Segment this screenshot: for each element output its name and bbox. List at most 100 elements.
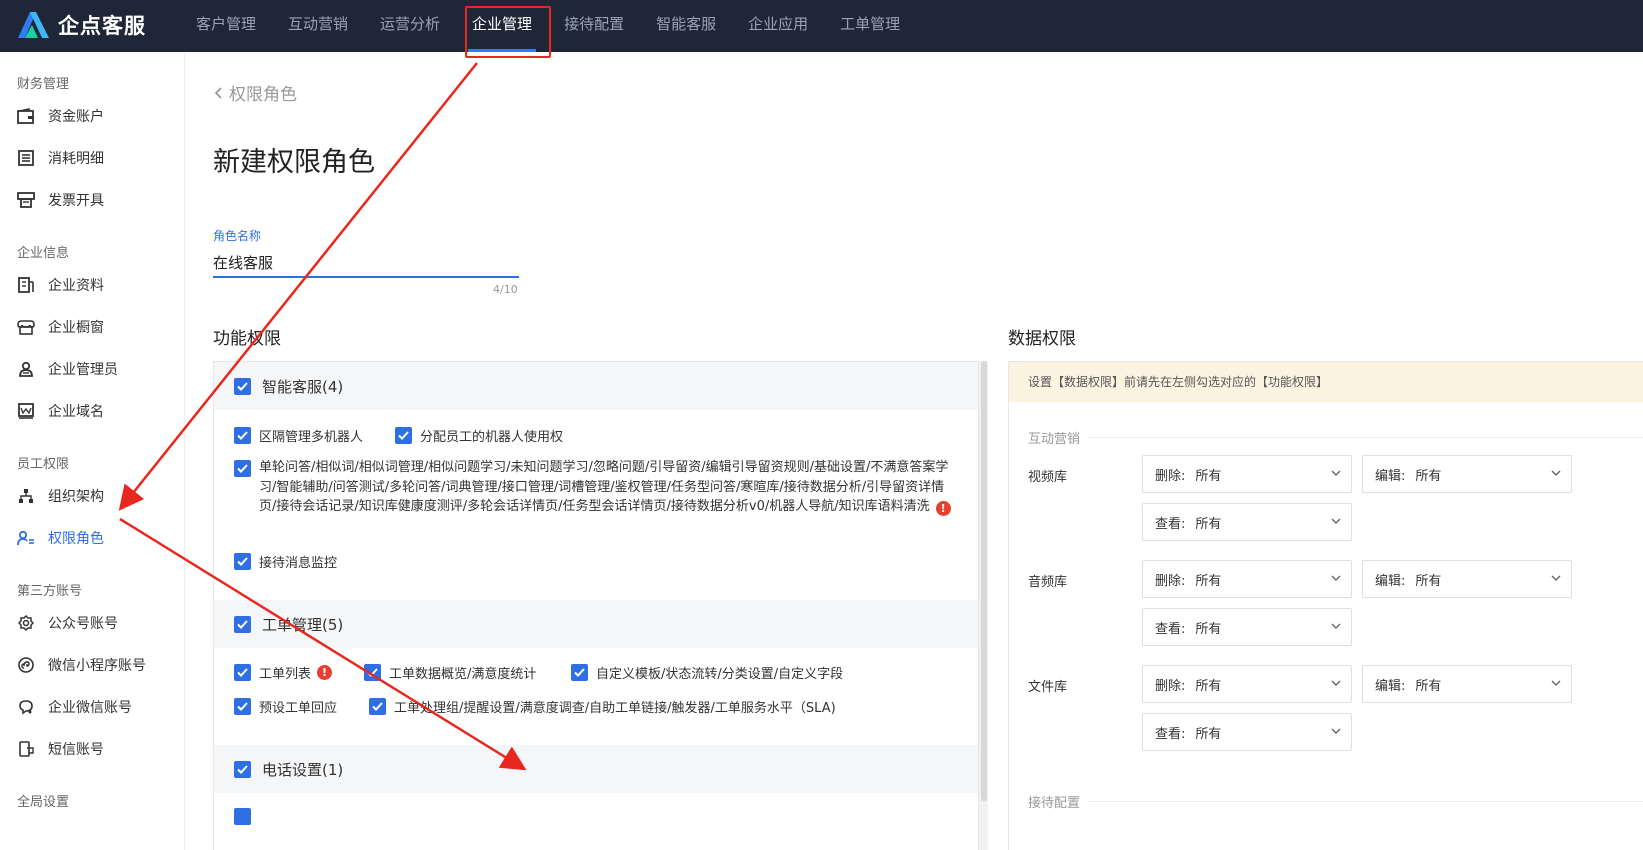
nav-customer-mgmt[interactable]: 客户管理 [180,0,272,52]
sidebar-item-enterprise-profile[interactable]: 企业资料 [16,273,104,297]
sidebar-item-official-account[interactable]: 公众号账号 [16,611,118,635]
perm-group-title: 工单管理(5) [262,615,344,634]
role-name-input[interactable] [213,248,519,278]
checkbox-checked[interactable] [234,460,251,477]
sidebar-item-label: 企业橱窗 [48,320,104,336]
nav-ticket-mgmt[interactable]: 工单管理 [824,0,916,52]
back-link-label: 权限角色 [229,85,297,105]
warning-icon[interactable]: ! [317,665,333,680]
select-value: 所有 [1195,678,1222,694]
perm-group-phone-settings[interactable]: 电话设置(1) [214,745,979,793]
file-edit-select[interactable]: 编辑: 所有 [1362,665,1572,703]
audio-edit-select[interactable]: 编辑: 所有 [1362,560,1572,598]
sidebar-item-org-structure[interactable]: 组织架构 [16,484,104,508]
video-edit-select[interactable]: 编辑: 所有 [1362,455,1572,493]
select-key: 查看: [1155,726,1186,742]
perm-item[interactable]: 接待消息监控 [234,552,337,571]
checkbox-checked[interactable] [234,553,251,570]
perm-label: 自定义模板/状态流转/分类设置/自定义字段 [596,667,844,682]
sidebar-item-enterprise-showcase[interactable]: 企业橱窗 [16,315,104,339]
perm-item[interactable]: 区隔管理多机器人 [234,426,363,445]
perm-label: 分配员工的机器人使用权 [420,430,564,445]
document-icon [16,275,36,295]
checkbox-checked[interactable] [571,664,588,681]
nav-operations-analysis[interactable]: 运营分析 [364,0,456,52]
chevron-down-icon [1551,470,1561,476]
select-key: 删除: [1155,573,1186,589]
select-value: 所有 [1415,678,1442,694]
select-value: 所有 [1195,516,1222,532]
select-key: 删除: [1155,468,1186,484]
sidebar-item-invoice[interactable]: 发票开具 [16,188,104,212]
perm-item[interactable]: 单轮问答/相似词/相似词管理/相似问题学习/未知问题学习/忽略问题/引导留资/编… [234,458,954,517]
select-value: 所有 [1195,726,1222,742]
video-view-select[interactable]: 查看: 所有 [1142,503,1352,541]
perm-item[interactable]: 工单处理组/提醒设置/满意度调查/自助工单链接/触发器/工单服务水平（SLA) [369,697,836,716]
domain-icon [16,401,36,421]
audio-delete-select[interactable]: 删除: 所有 [1142,560,1352,598]
checkbox-checked[interactable] [234,698,251,715]
func-panel-scrollbar[interactable] [978,361,988,850]
sidebar-item-label: 资金账户 [48,109,104,125]
sidebar-group-third-party: 第三方账号 [17,584,83,599]
checkbox-checked[interactable] [234,808,251,825]
data-permissions-title: 数据权限 [1008,329,1076,349]
sidebar-item-label: 短信账号 [48,742,104,758]
user-icon [16,359,36,379]
sidebar-item-label: 企业管理员 [48,362,118,378]
perm-item-partial[interactable] [234,808,259,825]
perm-item[interactable]: 分配员工的机器人使用权 [395,426,563,445]
perm-item[interactable]: 预设工单回应 [234,697,337,716]
perm-label: 区隔管理多机器人 [259,430,364,445]
brand-logo[interactable]: 企点客服 [16,10,146,40]
data-perm-notice: 设置【数据权限】前请先在左侧勾选对应的【功能权限】 [1009,362,1643,402]
org-chart-icon [16,486,36,506]
nav-smart-service[interactable]: 智能客服 [640,0,732,52]
checkbox-checked[interactable] [234,615,251,633]
data-row-label: 音频库 [1028,575,1068,590]
sidebar-item-enterprise-admin[interactable]: 企业管理员 [16,357,118,381]
sidebar-item-funds-account[interactable]: 资金账户 [16,104,104,128]
file-delete-select[interactable]: 删除: 所有 [1142,665,1352,703]
perm-label: 接待消息监控 [259,556,338,571]
audio-view-select[interactable]: 查看: 所有 [1142,608,1352,646]
checkbox-checked[interactable] [369,698,386,715]
file-view-select[interactable]: 查看: 所有 [1142,713,1352,751]
sidebar-item-wecom-account[interactable]: 企业微信账号 [16,695,132,719]
checkbox-checked[interactable] [234,760,251,778]
back-link[interactable]: 权限角色 [213,80,297,105]
checkbox-checked[interactable] [364,664,381,681]
chevron-down-icon [1331,623,1341,629]
func-permissions-title: 功能权限 [213,329,281,349]
checkbox-checked[interactable] [395,427,412,444]
checkbox-checked[interactable] [234,427,251,444]
role-name-char-count: 4/10 [493,283,518,296]
perm-group-ticket-mgmt[interactable]: 工单管理(5) [214,600,979,648]
perm-item[interactable]: 工单列表 ! [234,663,333,682]
select-key: 查看: [1155,621,1186,637]
role-icon [16,528,36,548]
perm-group-smart-service[interactable]: 智能客服(4) [214,362,979,410]
perm-item[interactable]: 工单数据概览/满意度统计 [364,663,536,682]
scrollbar-thumb[interactable] [981,361,987,801]
warning-icon[interactable]: ! [935,501,951,517]
data-group-interactive-marketing: 互动营销 [1028,428,1643,447]
sidebar-item-sms-account[interactable]: 短信账号 [16,737,104,761]
top-nav-bar: 企点客服 客户管理 互动营销 运营分析 企业管理 接待配置 智能客服 企业应用 … [0,0,1643,52]
select-key: 编辑: [1375,573,1406,589]
nav-enterprise-apps[interactable]: 企业应用 [732,0,824,52]
sidebar-item-consumption-details[interactable]: 消耗明细 [16,146,104,170]
perm-label: 预设工单回应 [259,701,338,716]
checkbox-checked[interactable] [234,377,251,395]
sidebar-item-label: 消耗明细 [48,151,104,167]
sidebar-item-enterprise-domain[interactable]: 企业域名 [16,399,104,423]
checkbox-checked[interactable] [234,664,251,681]
sidebar-item-mini-program[interactable]: 微信小程序账号 [16,653,146,677]
video-delete-select[interactable]: 删除: 所有 [1142,455,1352,493]
nav-interactive-marketing[interactable]: 互动营销 [272,0,364,52]
perm-item[interactable]: 自定义模板/状态流转/分类设置/自定义字段 [571,663,843,682]
select-key: 编辑: [1375,468,1406,484]
data-group-title: 互动营销 [1028,432,1081,447]
sidebar-item-permission-roles[interactable]: 权限角色 [16,526,104,550]
nav-reception-config[interactable]: 接待配置 [548,0,640,52]
